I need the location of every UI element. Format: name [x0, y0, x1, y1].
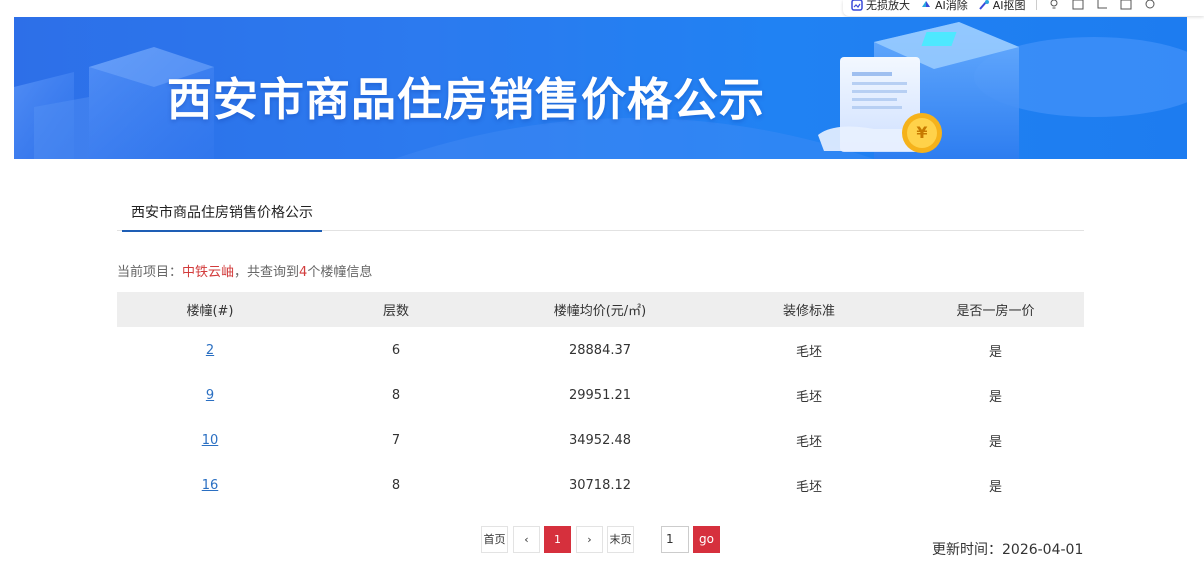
project-info: 当前项目：中铁云岫，共查询到4个楼幢信息 [117, 261, 372, 280]
toolbar-divider [1035, 0, 1037, 10]
settings-icon[interactable] [1143, 0, 1157, 11]
go-button[interactable]: go [693, 526, 720, 553]
banner-title: 西安市商品住房销售价格公示 [167, 73, 766, 126]
avg-price-cell: 29951.21 [568, 388, 632, 403]
crop-icon[interactable] [1095, 0, 1109, 11]
one-price-cell: 是 [988, 390, 1002, 405]
lightbulb-icon[interactable] [1047, 0, 1061, 11]
decoration-cell: 毛坯 [795, 344, 822, 360]
column-header-one-price: 是否一房一价 [907, 292, 1084, 327]
ai-cutout-icon [979, 0, 989, 10]
svg-text:¥: ¥ [916, 123, 927, 142]
one-price-cell: 是 [988, 480, 1002, 495]
toolbar-item-label: AI抠图 [992, 0, 1026, 12]
building-table: 楼幢(#) 层数 楼幢均价(元/㎡) 装修标准 是否一房一价 2 6 28884… [117, 292, 1084, 508]
extension-toolbar: 无损放大 AI消除 AI抠图 [843, 0, 1204, 16]
update-time-value: 2026-04-01 [1002, 542, 1084, 558]
toolbar-item-enlarge[interactable]: 无损放大 [851, 0, 910, 13]
last-page-button[interactable]: 末页 [607, 526, 634, 553]
toolbar-item-label: AI消除 [935, 0, 968, 12]
info-prefix: 当前项目： [117, 265, 183, 280]
building-link[interactable]: 9 [206, 388, 214, 403]
toolbar-item-erase[interactable]: AI消除 [920, 0, 968, 13]
column-header-decoration: 装修标准 [711, 292, 907, 327]
decoration-cell: 毛坯 [795, 390, 822, 405]
info-suffix: 个楼幢信息 [307, 265, 373, 280]
building-link[interactable]: 2 [206, 343, 214, 358]
building-link[interactable]: 16 [202, 478, 219, 493]
ai-erase-icon [922, 1, 930, 7]
decoration-cell: 毛坯 [795, 480, 822, 495]
page-number-input[interactable]: 1 [661, 526, 689, 553]
floors-cell: 7 [391, 433, 401, 448]
column-header-avg-price: 楼幢均价(元/㎡) [489, 292, 711, 327]
one-price-cell: 是 [988, 435, 1002, 450]
next-page-button[interactable]: › [576, 526, 603, 553]
table-row: 10 7 34952.48 毛坯 是 [117, 418, 1084, 463]
avg-price-cell: 28884.37 [568, 342, 632, 358]
table-row: 16 8 30718.12 毛坯 是 [117, 463, 1084, 508]
tab-bar: 西安市商品住房销售价格公示 [117, 198, 1084, 232]
first-page-button[interactable]: 首页 [481, 526, 508, 553]
one-price-cell: 是 [988, 344, 1002, 360]
floors-cell: 8 [391, 388, 401, 403]
toolbar-item-cutout[interactable]: AI抠图 [978, 0, 1026, 13]
table-row: 9 8 29951.21 毛坯 是 [117, 373, 1084, 418]
project-name: 中铁云岫 [182, 265, 235, 280]
table-row: 2 6 28884.37 毛坯 是 [117, 327, 1084, 373]
floors-cell: 8 [391, 478, 401, 493]
toolbar-item-label: 无损放大 [866, 0, 910, 12]
table-header-row: 楼幢(#) 层数 楼幢均价(元/㎡) 装修标准 是否一房一价 [117, 292, 1084, 327]
update-time-label: 更新时间： [932, 542, 1002, 558]
building-link[interactable]: 10 [202, 433, 219, 448]
image-enlarge-icon [851, 0, 863, 11]
page-1-button[interactable]: 1 [544, 526, 571, 553]
avg-price-cell: 34952.48 [568, 433, 632, 448]
update-time: 更新时间：2026-04-01 [932, 539, 1083, 559]
floors-cell: 6 [391, 342, 401, 358]
column-header-floors: 层数 [303, 292, 489, 327]
tab-price-publicity[interactable]: 西安市商品住房销售价格公示 [122, 198, 322, 232]
window-icon[interactable] [1119, 0, 1133, 11]
page-banner: ¥ 西安市商品住房销售价格公示 [14, 17, 1187, 159]
image-icon[interactable] [1071, 0, 1085, 11]
avg-price-cell: 30718.12 [568, 478, 632, 493]
decoration-cell: 毛坯 [795, 435, 822, 450]
column-header-building: 楼幢(#) [117, 292, 303, 327]
info-middle: ，共查询到 [234, 265, 300, 280]
prev-page-button[interactable]: ‹ [513, 526, 540, 553]
